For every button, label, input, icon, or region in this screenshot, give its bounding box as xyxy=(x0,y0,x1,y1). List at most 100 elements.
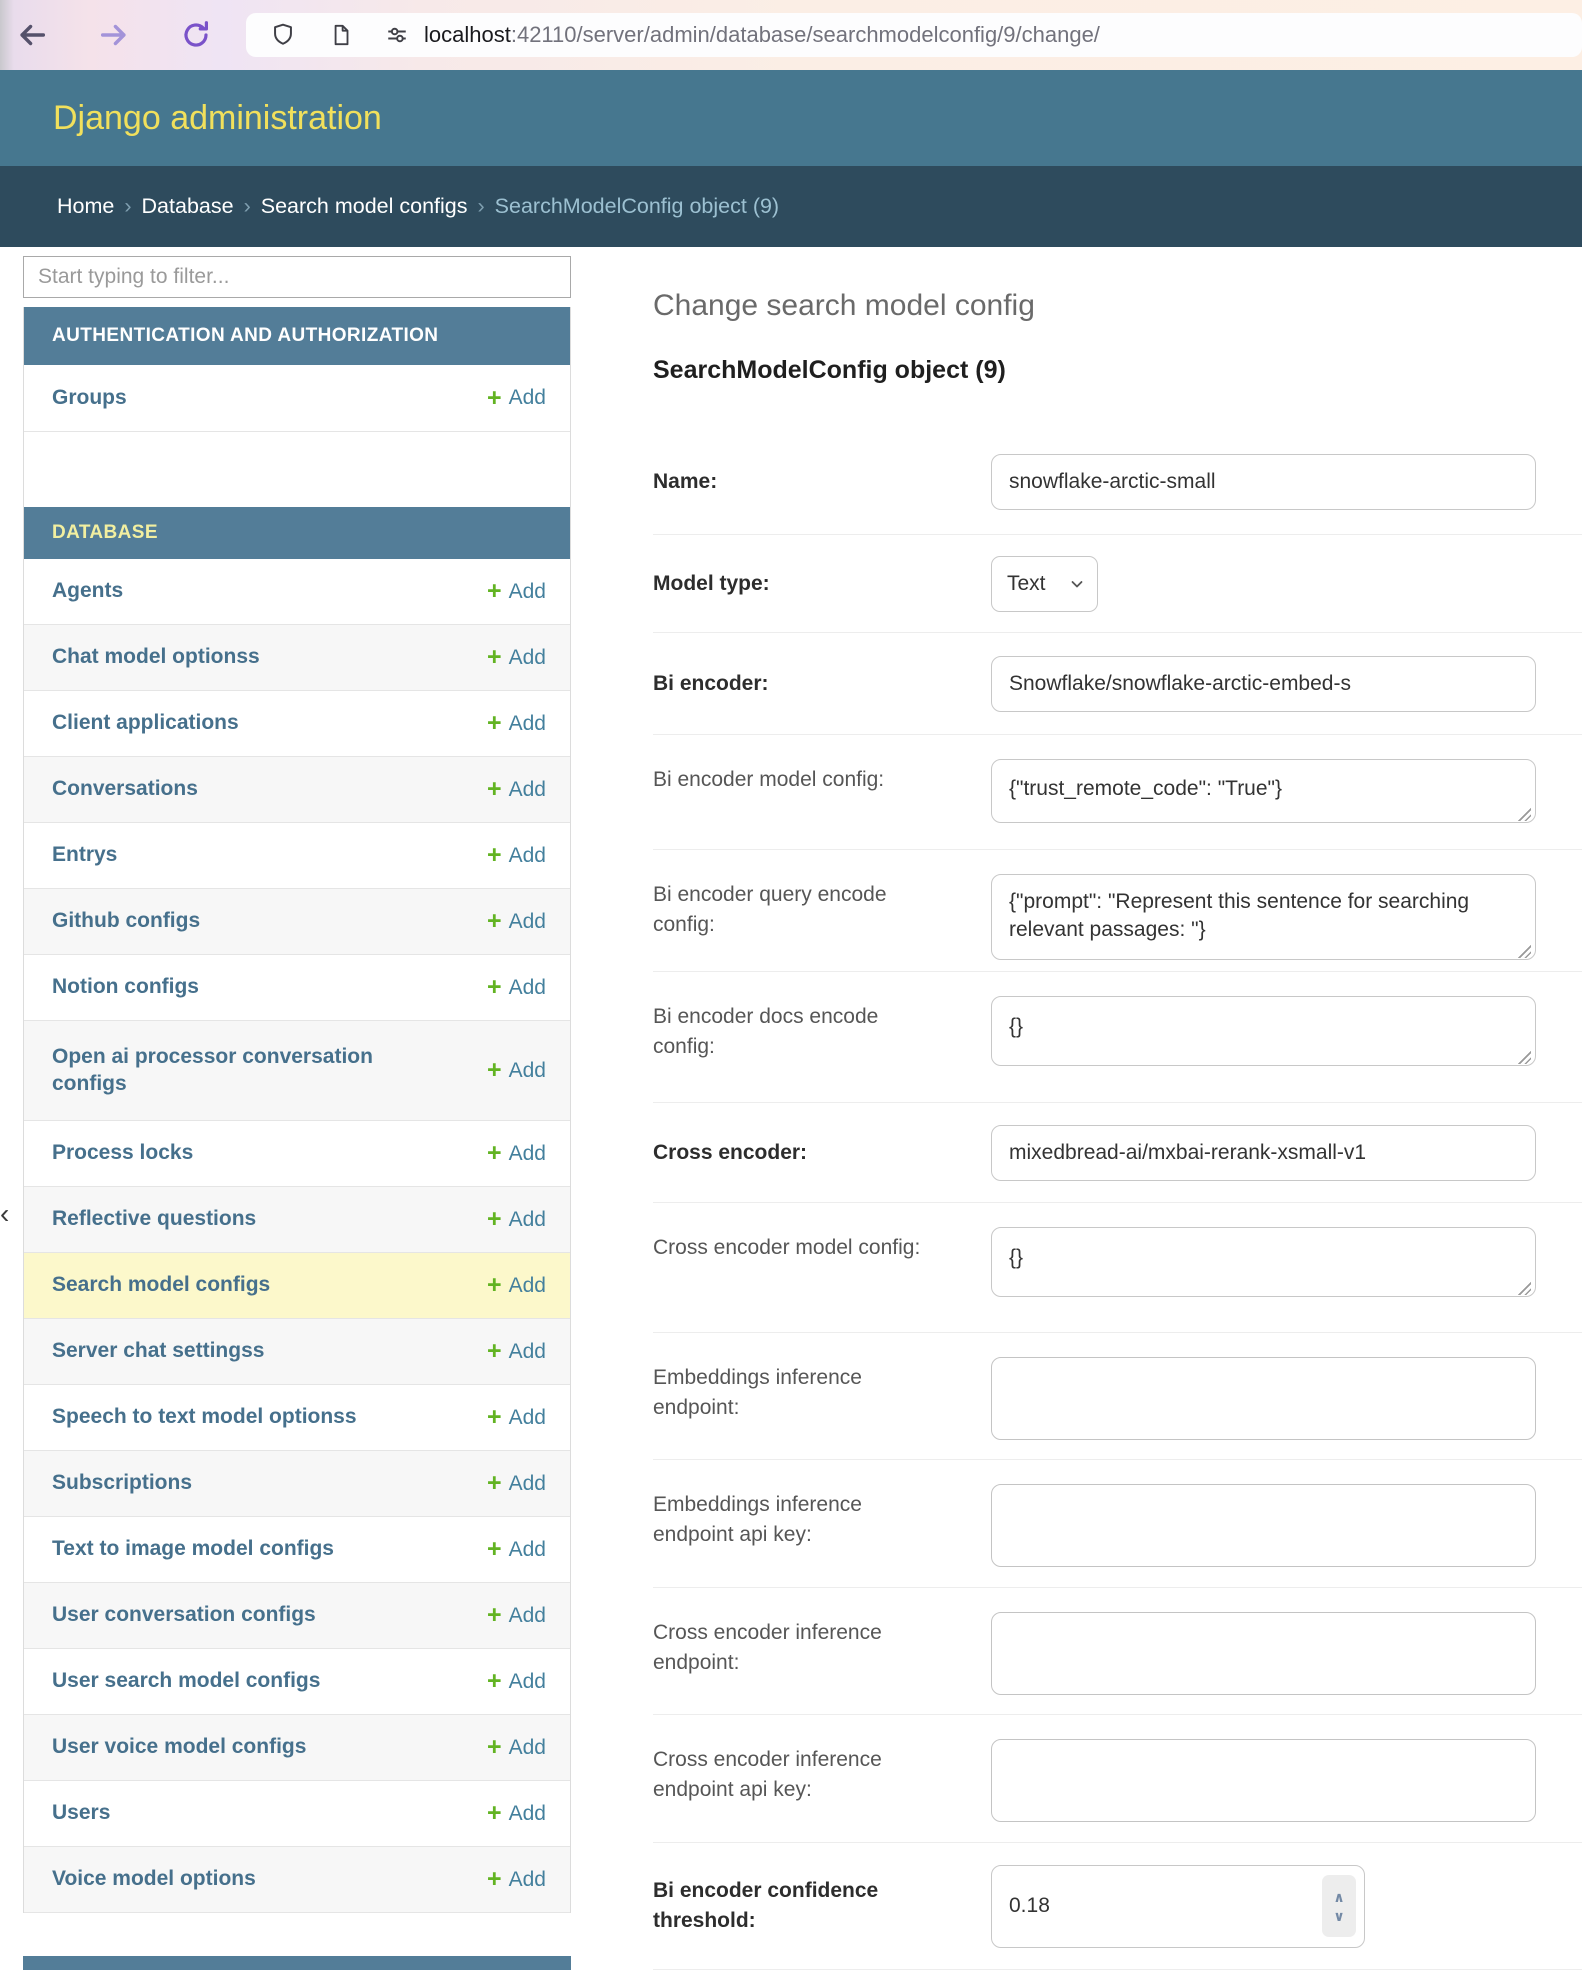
breadcrumb-separator: › xyxy=(468,194,495,218)
add-users-link[interactable]: +Add xyxy=(487,1801,546,1826)
stepper-up-icon[interactable]: ∧ xyxy=(1333,1890,1344,1904)
sidebar-item-user-search-model-configs: User search model configs +Add xyxy=(24,1649,570,1715)
sidebar-link-client-applications[interactable]: Client applications xyxy=(52,710,239,736)
add-subscriptions-link[interactable]: +Add xyxy=(487,1471,546,1496)
field-label-name: Name: xyxy=(653,467,936,497)
section-header-auth: AUTHENTICATION AND AUTHORIZATION xyxy=(24,307,570,365)
add-label: Add xyxy=(509,1736,546,1760)
bi-encoder-input[interactable] xyxy=(991,656,1536,712)
url-text[interactable]: localhost:42110/server/admin/database/se… xyxy=(424,13,1100,57)
site-title[interactable]: Django administration xyxy=(53,70,382,166)
sidebar-link-server-chat-settingss[interactable]: Server chat settingss xyxy=(52,1338,264,1364)
add-groups-link[interactable]: +Add xyxy=(487,386,546,411)
embeddings-inference-endpoint-input[interactable] xyxy=(991,1357,1536,1440)
back-button[interactable] xyxy=(14,17,50,53)
reload-button[interactable] xyxy=(178,17,214,53)
field-label-bi-encoder-docs-encode-config: Bi encoder docs encode config: xyxy=(653,1002,936,1062)
form-row-bi-encoder: Bi encoder: xyxy=(653,633,1582,735)
sidebar-link-groups[interactable]: Groups xyxy=(52,385,127,411)
add-voice-model-options-link[interactable]: +Add xyxy=(487,1867,546,1892)
cross-encoder-inference-endpoint-input[interactable] xyxy=(991,1612,1536,1695)
sidebar-link-voice-model-options[interactable]: Voice model options xyxy=(52,1866,256,1892)
add-process-locks-link[interactable]: +Add xyxy=(487,1141,546,1166)
bi-encoder-query-encode-config-textarea[interactable]: {"prompt": "Represent this sentence for … xyxy=(991,874,1536,960)
sidebar-link-subscriptions[interactable]: Subscriptions xyxy=(52,1470,192,1496)
plus-icon: + xyxy=(487,1735,502,1760)
shield-icon[interactable] xyxy=(268,20,298,50)
section-header-database: DATABASE xyxy=(24,507,570,559)
add-user-conversation-configs-link[interactable]: +Add xyxy=(487,1603,546,1628)
sidebar-link-github-configs[interactable]: Github configs xyxy=(52,908,200,934)
sidebar-item-conversations: Conversations +Add xyxy=(24,757,570,823)
sidebar-link-search-model-configs[interactable]: Search model configs xyxy=(52,1272,270,1298)
add-label: Add xyxy=(509,1604,546,1628)
sidebar-link-reflective-questions[interactable]: Reflective questions xyxy=(52,1206,256,1232)
cross-encoder-inference-endpoint-api-key-input[interactable] xyxy=(991,1739,1536,1822)
add-conversations-link[interactable]: +Add xyxy=(487,777,546,802)
add-server-chat-settingss-link[interactable]: +Add xyxy=(487,1339,546,1364)
form-row-bi-encoder-query-encode-config: Bi encoder query encode config: {"prompt… xyxy=(653,850,1582,972)
bi-encoder-model-config-textarea[interactable]: {"trust_remote_code": "True"} xyxy=(991,759,1536,823)
cross-encoder-input[interactable] xyxy=(991,1125,1536,1181)
add-reflective-questions-link[interactable]: +Add xyxy=(487,1207,546,1232)
plus-icon: + xyxy=(487,909,502,934)
sidebar-link-user-voice-model-configs[interactable]: User voice model configs xyxy=(52,1734,306,1760)
add-label: Add xyxy=(509,910,546,934)
sidebar-link-user-conversation-configs[interactable]: User conversation configs xyxy=(52,1602,316,1628)
address-bar[interactable]: localhost:42110/server/admin/database/se… xyxy=(246,13,1582,57)
add-entrys-link[interactable]: +Add xyxy=(487,843,546,868)
form-row-cross-encoder-model-config: Cross encoder model config: {} xyxy=(653,1203,1582,1333)
cross-encoder-model-config-textarea[interactable]: {} xyxy=(991,1227,1536,1297)
model-type-select[interactable]: Text xyxy=(991,556,1098,612)
sidebar-link-open-ai-processor-conversation-configs[interactable]: Open ai processor conversation configs xyxy=(52,1044,382,1097)
sidebar-link-entrys[interactable]: Entrys xyxy=(52,842,117,868)
add-search-model-configs-link[interactable]: +Add xyxy=(487,1273,546,1298)
add-chat-model-optionss-link[interactable]: +Add xyxy=(487,645,546,670)
embeddings-inference-endpoint-api-key-input[interactable] xyxy=(991,1484,1536,1567)
breadcrumb-search-model-configs[interactable]: Search model configs xyxy=(261,194,468,218)
add-speech-to-text-link[interactable]: +Add xyxy=(487,1405,546,1430)
add-text-to-image-link[interactable]: +Add xyxy=(487,1537,546,1562)
sidebar-link-agents[interactable]: Agents xyxy=(52,578,123,604)
page-info-icon[interactable] xyxy=(326,20,356,50)
bi-encoder-confidence-threshold-input[interactable] xyxy=(991,1865,1365,1948)
add-notion-configs-link[interactable]: +Add xyxy=(487,975,546,1000)
add-label: Add xyxy=(509,1059,546,1083)
add-user-voice-model-configs-link[interactable]: + Add xyxy=(487,1735,546,1760)
add-user-search-model-configs-link[interactable]: +Add xyxy=(487,1669,546,1694)
add-client-applications-link[interactable]: +Add xyxy=(487,711,546,736)
field-label-model-type: Model type: xyxy=(653,569,936,599)
add-open-ai-processor-link[interactable]: +Add xyxy=(487,1058,546,1083)
chevron-down-icon xyxy=(1069,576,1085,592)
add-label: Add xyxy=(509,646,546,670)
add-agents-link[interactable]: +Add xyxy=(487,579,546,604)
add-github-configs-link[interactable]: + Add xyxy=(487,909,546,934)
form-row-embeddings-inference-endpoint-api-key: Embeddings inference endpoint api key: xyxy=(653,1460,1582,1588)
add-label: Add xyxy=(509,1142,546,1166)
permissions-sliders-icon[interactable] xyxy=(382,20,412,50)
stepper-down-icon[interactable]: ∨ xyxy=(1333,1909,1344,1923)
bi-encoder-docs-encode-config-textarea[interactable]: {} xyxy=(991,996,1536,1066)
sidebar-filter-input[interactable] xyxy=(23,256,571,298)
forward-button[interactable] xyxy=(96,17,132,53)
number-stepper[interactable]: ∧ ∨ xyxy=(1322,1875,1356,1937)
sidebar-link-chat-model-optionss[interactable]: Chat model optionss xyxy=(52,644,260,670)
breadcrumb-database[interactable]: Database xyxy=(142,194,234,218)
sidebar-link-conversations[interactable]: Conversations xyxy=(52,776,198,802)
add-label: Add xyxy=(509,386,546,410)
sidebar-collapse-toggle[interactable]: ‹ xyxy=(0,1200,9,1228)
sidebar-link-users[interactable]: Users xyxy=(52,1800,110,1826)
breadcrumb-home[interactable]: Home xyxy=(57,194,114,218)
breadcrumb-current: SearchModelConfig object (9) xyxy=(495,194,779,218)
sidebar-link-notion-configs[interactable]: Notion configs xyxy=(52,974,199,1000)
sidebar-link-text-to-image-model-configs[interactable]: Text to image model configs xyxy=(52,1536,334,1562)
field-label-bi-encoder-query-encode-config: Bi encoder query encode config: xyxy=(653,880,936,940)
plus-icon: + xyxy=(487,1339,502,1364)
sidebar-link-user-search-model-configs[interactable]: User search model configs xyxy=(52,1668,320,1694)
name-input[interactable] xyxy=(991,454,1536,510)
plus-icon: + xyxy=(487,1537,502,1562)
plus-icon: + xyxy=(487,1405,502,1430)
sidebar-link-process-locks[interactable]: Process locks xyxy=(52,1140,193,1166)
sidebar-link-speech-to-text-model-optionss[interactable]: Speech to text model optionss xyxy=(52,1404,357,1430)
page-title: Change search model config xyxy=(653,289,1582,323)
